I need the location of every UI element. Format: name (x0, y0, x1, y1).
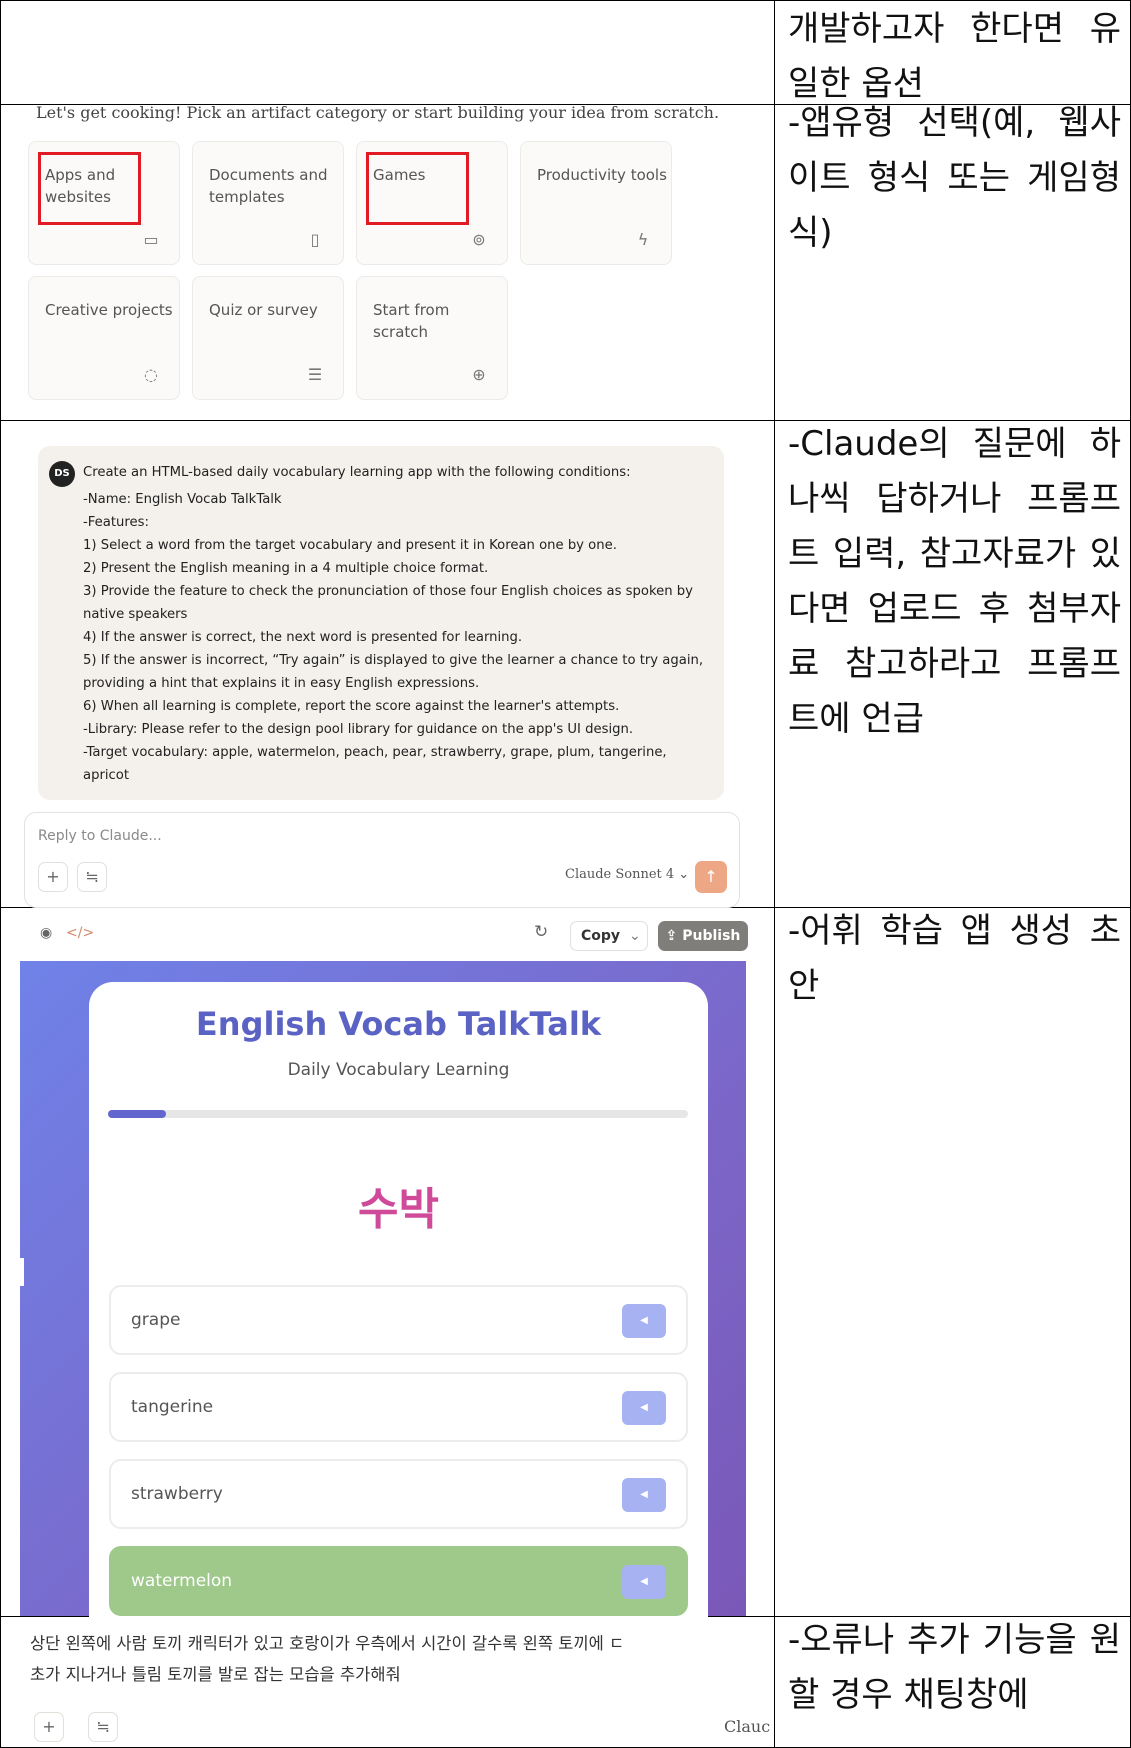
message-line: 4) If the answer is correct, the next wo… (83, 630, 523, 645)
message-line: 1) Select a word from the target vocabul… (83, 538, 617, 553)
publish-button[interactable]: ⇪ Publish (658, 921, 748, 951)
choice-label: tangerine (131, 1397, 214, 1417)
user-avatar: DS (49, 461, 75, 487)
send-button[interactable]: ↑ (695, 861, 727, 893)
category-label: Documents and templates (209, 166, 328, 206)
copy-label: Copy (581, 928, 621, 944)
choice-label: grape (131, 1310, 181, 1330)
browser-icon: ▭ (143, 230, 159, 249)
app-title: English Vocab TalkTalk (195, 1005, 602, 1043)
progress-bar (108, 1110, 688, 1118)
app-subtitle: Daily Vocabulary Learning (287, 1060, 510, 1080)
row2-description: -앱유형 선택(예, 웹사이트 형식 또는 게임형식) (788, 103, 1121, 253)
table-border-top (0, 0, 1131, 1)
row3-description: -Claude의 질문에 하나씩 답하거나 프롬프트 입력, 참고자료가 있다면… (788, 424, 1121, 739)
choice-label: watermelon (131, 1571, 233, 1591)
category-card[interactable]: Creative projects ◌ (28, 276, 180, 400)
category-card[interactable]: Documents and templates ▯ (192, 141, 344, 265)
category-label: Productivity tools (537, 166, 667, 184)
preview-eye-icon[interactable]: ◉ (40, 925, 52, 941)
speaker-icon[interactable]: ◀ (622, 1391, 666, 1425)
copy-button[interactable]: Copy ⌄ (570, 921, 648, 951)
publish-label: Publish (682, 928, 741, 944)
model-selector[interactable]: Claude Sonnet 4 ⌄ (565, 867, 689, 882)
table-border-left (0, 0, 1, 1748)
refresh-icon[interactable]: ↻ (534, 922, 548, 942)
highlight-box (38, 152, 141, 225)
message-line: -Name: English Vocab TalkTalk (83, 492, 282, 507)
add-attachment-button[interactable]: + (38, 862, 68, 892)
plus-icon: + (46, 867, 60, 886)
plus-circle-icon: ⊕ (472, 365, 486, 384)
speaker-icon[interactable]: ◀ (622, 1478, 666, 1512)
reply-input[interactable] (24, 812, 740, 908)
followup-model-label[interactable]: Clauc (724, 1717, 770, 1736)
choice-button[interactable]: grape ◀ (109, 1285, 688, 1355)
followup-add-button[interactable]: + (34, 1712, 64, 1742)
category-label: Start from scratch (373, 301, 450, 341)
share-icon: ⇪ (665, 928, 678, 944)
tools-button[interactable]: ≒ (77, 862, 107, 892)
chevron-down-icon: ⌄ (629, 928, 641, 944)
preview-scroll-handle[interactable] (20, 1258, 24, 1286)
choice-label: strawberry (131, 1484, 223, 1504)
message-line: -Target vocabulary: apple, watermelon, p… (83, 745, 667, 760)
category-intro: Let's get cooking! Pick an artifact cate… (36, 103, 720, 122)
highlight-box (366, 152, 469, 225)
choice-button[interactable]: watermelon ◀ (109, 1546, 688, 1616)
palette-icon: ◌ (144, 365, 158, 384)
category-label: Creative projects (45, 301, 173, 319)
speaker-icon[interactable]: ◀ (622, 1304, 666, 1338)
row5-description: -오류나 추가 기능을 원할 경우 채팅창에 (788, 1620, 1121, 1715)
message-line: Create an HTML-based daily vocabulary le… (83, 465, 631, 480)
message-line: 5) If the answer is incorrect, “Try agai… (83, 653, 704, 668)
category-card[interactable]: Quiz or survey ☰ (192, 276, 344, 400)
choice-button[interactable]: strawberry ◀ (109, 1459, 688, 1529)
sliders-icon: ≒ (96, 1717, 110, 1736)
choice-button[interactable]: tangerine ◀ (109, 1372, 688, 1442)
code-icon[interactable]: </> (66, 925, 94, 941)
category-card[interactable]: Start from scratch ⊕ (356, 276, 508, 400)
message-line: apricot (83, 768, 130, 783)
category-label: Quiz or survey (209, 301, 318, 319)
followup-prompt-line1: 상단 왼쪽에 사람 토끼 캐릭터가 있고 호랑이가 우측에서 시간이 갈수록 왼… (30, 1634, 625, 1653)
progress-fill (108, 1110, 166, 1118)
message-line: -Library: Please refer to the design poo… (83, 722, 634, 737)
message-line: -Features: (83, 515, 149, 530)
sliders-icon: ≒ (85, 867, 99, 886)
category-card[interactable]: Productivity tools ϟ (520, 141, 672, 265)
plus-icon: + (42, 1717, 56, 1736)
arrow-up-icon: ↑ (704, 867, 718, 886)
reply-placeholder: Reply to Claude... (38, 828, 162, 844)
korean-word: 수박 (358, 1184, 439, 1235)
speaker-icon[interactable]: ◀ (622, 1565, 666, 1599)
form-icon: ☰ (307, 365, 323, 384)
message-line: native speakers (83, 607, 188, 622)
followup-prompt-line2: 초가 지나거나 틀림 토끼를 발로 잡는 모습을 추가해줘 (30, 1665, 401, 1684)
message-line: 2) Present the English meaning in a 4 mu… (83, 561, 489, 576)
message-line: 6) When all learning is complete, report… (83, 699, 620, 714)
message-line: providing a hint that explains it in eas… (83, 676, 480, 691)
lightning-icon: ϟ (637, 230, 649, 249)
document-icon: ▯ (310, 230, 320, 249)
followup-tools-button[interactable]: ≒ (88, 1712, 118, 1742)
column-divider (774, 0, 775, 1748)
message-line: 3) Provide the feature to check the pron… (83, 584, 693, 599)
gamepad-icon: ⊚ (472, 230, 486, 249)
row4-description: -어휘 학습 앱 생성 초안 (788, 911, 1121, 1006)
